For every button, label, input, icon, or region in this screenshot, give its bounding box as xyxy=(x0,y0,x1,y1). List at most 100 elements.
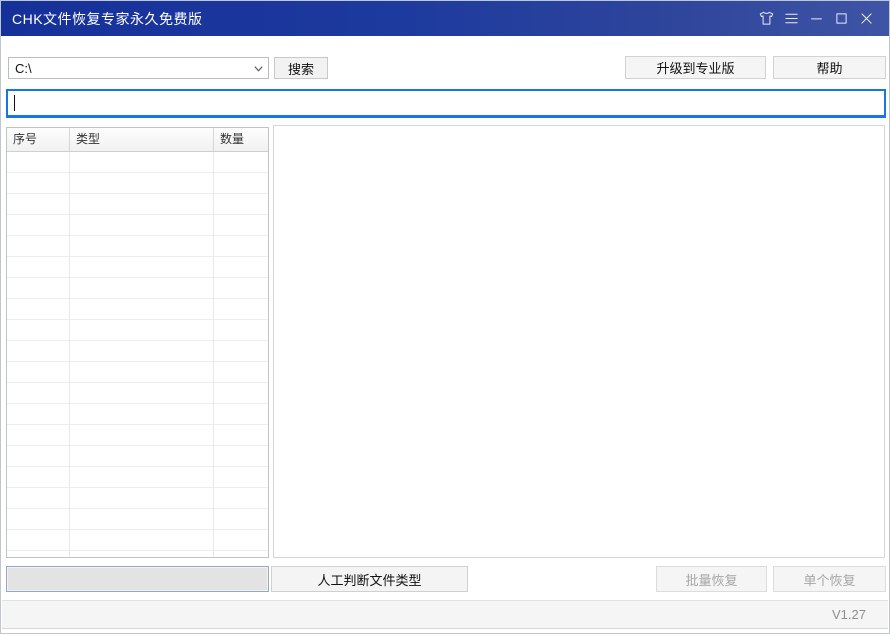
table-cell xyxy=(70,152,214,172)
table-row[interactable] xyxy=(7,215,268,236)
table-cell xyxy=(7,257,70,277)
table-cell xyxy=(70,509,214,529)
preview-panel xyxy=(273,125,885,558)
single-recover-button[interactable]: 单个恢复 xyxy=(773,566,886,592)
table-cell xyxy=(70,446,214,466)
table-cell xyxy=(7,425,70,445)
close-icon[interactable] xyxy=(858,10,875,27)
table-cell xyxy=(7,215,70,235)
drive-selector-value: C:\ xyxy=(9,61,248,76)
table-cell xyxy=(70,299,214,319)
upgrade-button[interactable]: 升级到专业版 xyxy=(625,56,766,79)
minimize-icon[interactable] xyxy=(808,10,825,27)
table-row[interactable] xyxy=(7,278,268,299)
table-cell xyxy=(7,509,70,529)
app-window: CHK文件恢复专家永久免费版 C:\ 搜索 升级到专业版 帮助 xyxy=(0,0,890,634)
file-type-table[interactable]: 序号 类型 数量 xyxy=(6,127,269,558)
window-title: CHK文件恢复专家永久免费版 xyxy=(1,9,203,29)
table-cell xyxy=(214,446,268,466)
table-cell xyxy=(70,488,214,508)
table-cell xyxy=(214,236,268,256)
table-row[interactable] xyxy=(7,299,268,320)
table-cell xyxy=(70,383,214,403)
table-row[interactable] xyxy=(7,341,268,362)
table-cell xyxy=(70,551,214,558)
help-button[interactable]: 帮助 xyxy=(773,56,886,79)
table-cell xyxy=(214,215,268,235)
table-cell xyxy=(7,488,70,508)
table-cell xyxy=(70,236,214,256)
table-row[interactable] xyxy=(7,257,268,278)
table-row[interactable] xyxy=(7,173,268,194)
table-row[interactable] xyxy=(7,446,268,467)
progress-bar xyxy=(6,566,269,592)
version-label: V1.27 xyxy=(832,607,888,622)
table-cell xyxy=(70,320,214,340)
table-cell xyxy=(214,341,268,361)
table-cell xyxy=(7,152,70,172)
table-cell xyxy=(7,173,70,193)
table-cell xyxy=(214,404,268,424)
table-body xyxy=(7,152,268,558)
table-cell xyxy=(70,362,214,382)
table-row[interactable] xyxy=(7,362,268,383)
table-cell xyxy=(70,404,214,424)
table-cell xyxy=(214,299,268,319)
table-cell xyxy=(70,467,214,487)
table-cell xyxy=(7,467,70,487)
table-row[interactable] xyxy=(7,236,268,257)
table-cell xyxy=(70,425,214,445)
table-cell xyxy=(214,278,268,298)
table-row[interactable] xyxy=(7,404,268,425)
table-row[interactable] xyxy=(7,425,268,446)
maximize-icon[interactable] xyxy=(833,10,850,27)
table-row[interactable] xyxy=(7,152,268,173)
table-row[interactable] xyxy=(7,194,268,215)
table-cell xyxy=(214,425,268,445)
table-cell xyxy=(7,341,70,361)
column-header-count[interactable]: 数量 xyxy=(214,128,268,151)
column-header-index[interactable]: 序号 xyxy=(7,128,70,151)
table-cell xyxy=(70,194,214,214)
table-cell xyxy=(7,278,70,298)
batch-recover-button[interactable]: 批量恢复 xyxy=(656,566,767,592)
chevron-down-icon xyxy=(248,63,268,74)
table-cell xyxy=(214,194,268,214)
titlebar: CHK文件恢复专家永久免费版 xyxy=(1,1,889,36)
table-row[interactable] xyxy=(7,551,268,558)
table-cell xyxy=(214,320,268,340)
table-cell xyxy=(7,194,70,214)
table-cell xyxy=(214,551,268,558)
search-button[interactable]: 搜索 xyxy=(274,57,328,79)
statusbar: V1.27 xyxy=(2,600,888,629)
window-controls xyxy=(758,1,875,36)
table-header: 序号 类型 数量 xyxy=(7,128,268,152)
drive-selector[interactable]: C:\ xyxy=(8,57,269,79)
table-row[interactable] xyxy=(7,488,268,509)
table-cell xyxy=(7,404,70,424)
table-cell xyxy=(70,278,214,298)
table-cell xyxy=(7,383,70,403)
table-cell xyxy=(214,467,268,487)
table-cell xyxy=(70,341,214,361)
column-header-type[interactable]: 类型 xyxy=(70,128,214,151)
table-cell xyxy=(7,446,70,466)
table-cell xyxy=(214,257,268,277)
manual-judge-button[interactable]: 人工判断文件类型 xyxy=(271,566,468,592)
table-cell xyxy=(70,215,214,235)
table-row[interactable] xyxy=(7,320,268,341)
table-cell xyxy=(70,173,214,193)
table-cell xyxy=(214,362,268,382)
table-row[interactable] xyxy=(7,383,268,404)
skin-icon[interactable] xyxy=(758,10,775,27)
table-cell xyxy=(7,299,70,319)
table-cell xyxy=(214,383,268,403)
table-row[interactable] xyxy=(7,467,268,488)
table-row[interactable] xyxy=(7,509,268,530)
menu-icon[interactable] xyxy=(783,10,800,27)
table-cell xyxy=(214,530,268,550)
table-cell xyxy=(214,488,268,508)
text-caret xyxy=(14,95,15,111)
search-input[interactable] xyxy=(6,89,886,118)
table-row[interactable] xyxy=(7,530,268,551)
